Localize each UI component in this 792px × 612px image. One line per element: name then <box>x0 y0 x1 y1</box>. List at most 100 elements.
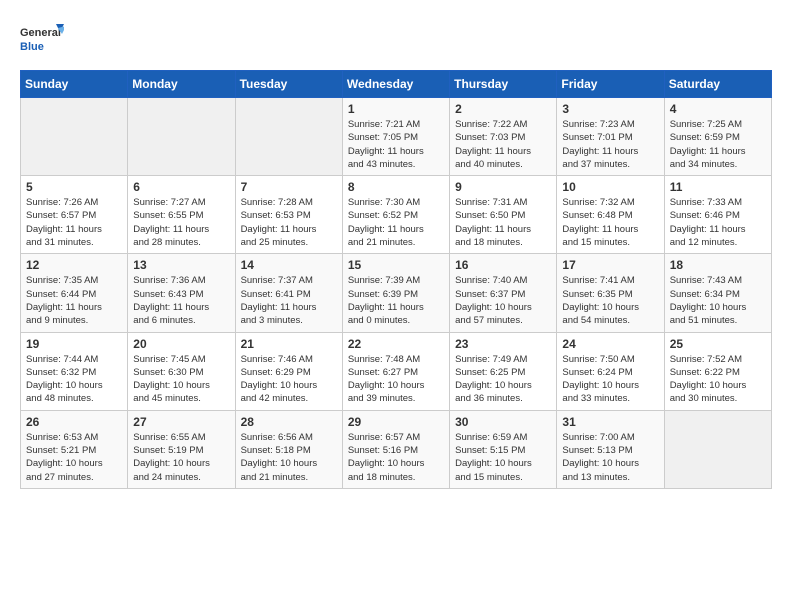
day-content: Sunrise: 6:59 AM Sunset: 5:15 PM Dayligh… <box>455 431 551 484</box>
calendar-cell: 19 Sunrise: 7:44 AM Sunset: 6:32 PM Dayli… <box>21 332 128 410</box>
calendar-cell: 5 Sunrise: 7:26 AM Sunset: 6:57 PM Daylig… <box>21 176 128 254</box>
day-content: Sunrise: 7:40 AM Sunset: 6:37 PM Dayligh… <box>455 274 551 327</box>
day-number: 4 <box>670 102 766 116</box>
day-number: 3 <box>562 102 658 116</box>
day-content: Sunrise: 7:27 AM Sunset: 6:55 PM Dayligh… <box>133 196 229 249</box>
day-content: Sunrise: 6:55 AM Sunset: 5:19 PM Dayligh… <box>133 431 229 484</box>
calendar-cell: 12 Sunrise: 7:35 AM Sunset: 6:44 PM Dayli… <box>21 254 128 332</box>
day-content: Sunrise: 7:00 AM Sunset: 5:13 PM Dayligh… <box>562 431 658 484</box>
day-number: 24 <box>562 337 658 351</box>
day-content: Sunrise: 7:22 AM Sunset: 7:03 PM Dayligh… <box>455 118 551 171</box>
header-day-tuesday: Tuesday <box>235 71 342 98</box>
day-number: 21 <box>241 337 337 351</box>
calendar-cell: 21 Sunrise: 7:46 AM Sunset: 6:29 PM Dayli… <box>235 332 342 410</box>
day-number: 7 <box>241 180 337 194</box>
day-content: Sunrise: 7:36 AM Sunset: 6:43 PM Dayligh… <box>133 274 229 327</box>
day-content: Sunrise: 7:33 AM Sunset: 6:46 PM Dayligh… <box>670 196 766 249</box>
day-content: Sunrise: 6:53 AM Sunset: 5:21 PM Dayligh… <box>26 431 122 484</box>
day-number: 23 <box>455 337 551 351</box>
day-number: 6 <box>133 180 229 194</box>
day-number: 13 <box>133 258 229 272</box>
day-content: Sunrise: 6:56 AM Sunset: 5:18 PM Dayligh… <box>241 431 337 484</box>
calendar-cell: 17 Sunrise: 7:41 AM Sunset: 6:35 PM Dayli… <box>557 254 664 332</box>
header-day-friday: Friday <box>557 71 664 98</box>
calendar-cell: 27Sunrise: 6:55 AM Sunset: 5:19 PM Dayli… <box>128 410 235 488</box>
day-number: 17 <box>562 258 658 272</box>
day-content: Sunrise: 7:30 AM Sunset: 6:52 PM Dayligh… <box>348 196 444 249</box>
calendar-cell <box>664 410 771 488</box>
day-number: 29 <box>348 415 444 429</box>
calendar-cell: 29Sunrise: 6:57 AM Sunset: 5:16 PM Dayli… <box>342 410 449 488</box>
logo: General Blue <box>20 20 64 60</box>
day-content: Sunrise: 7:35 AM Sunset: 6:44 PM Dayligh… <box>26 274 122 327</box>
day-number: 18 <box>670 258 766 272</box>
day-content: Sunrise: 7:31 AM Sunset: 6:50 PM Dayligh… <box>455 196 551 249</box>
calendar-week-2: 5 Sunrise: 7:26 AM Sunset: 6:57 PM Daylig… <box>21 176 772 254</box>
calendar-cell: 8 Sunrise: 7:30 AM Sunset: 6:52 PM Daylig… <box>342 176 449 254</box>
calendar-week-4: 19 Sunrise: 7:44 AM Sunset: 6:32 PM Dayli… <box>21 332 772 410</box>
day-number: 31 <box>562 415 658 429</box>
day-number: 12 <box>26 258 122 272</box>
day-content: Sunrise: 7:52 AM Sunset: 6:22 PM Dayligh… <box>670 353 766 406</box>
calendar-cell: 10Sunrise: 7:32 AM Sunset: 6:48 PM Dayli… <box>557 176 664 254</box>
calendar-cell: 2 Sunrise: 7:22 AM Sunset: 7:03 PM Daylig… <box>450 98 557 176</box>
header-row: SundayMondayTuesdayWednesdayThursdayFrid… <box>21 71 772 98</box>
header-day-saturday: Saturday <box>664 71 771 98</box>
calendar-cell: 24Sunrise: 7:50 AM Sunset: 6:24 PM Dayli… <box>557 332 664 410</box>
day-number: 8 <box>348 180 444 194</box>
calendar-cell: 15Sunrise: 7:39 AM Sunset: 6:39 PM Dayli… <box>342 254 449 332</box>
calendar-cell: 14 Sunrise: 7:37 AM Sunset: 6:41 PM Dayli… <box>235 254 342 332</box>
day-content: Sunrise: 7:48 AM Sunset: 6:27 PM Dayligh… <box>348 353 444 406</box>
day-number: 19 <box>26 337 122 351</box>
calendar-table: SundayMondayTuesdayWednesdayThursdayFrid… <box>20 70 772 489</box>
day-content: Sunrise: 7:25 AM Sunset: 6:59 PM Dayligh… <box>670 118 766 171</box>
calendar-week-1: 1 Sunrise: 7:21 AM Sunset: 7:05 PM Daylig… <box>21 98 772 176</box>
calendar-cell: 1 Sunrise: 7:21 AM Sunset: 7:05 PM Daylig… <box>342 98 449 176</box>
logo-svg: General Blue <box>20 20 64 60</box>
day-number: 26 <box>26 415 122 429</box>
calendar-cell: 25Sunrise: 7:52 AM Sunset: 6:22 PM Dayli… <box>664 332 771 410</box>
calendar-cell: 31 Sunrise: 7:00 AM Sunset: 5:13 PM Dayli… <box>557 410 664 488</box>
calendar-cell <box>128 98 235 176</box>
day-number: 14 <box>241 258 337 272</box>
day-content: Sunrise: 7:21 AM Sunset: 7:05 PM Dayligh… <box>348 118 444 171</box>
day-number: 1 <box>348 102 444 116</box>
calendar-cell <box>235 98 342 176</box>
day-content: Sunrise: 7:37 AM Sunset: 6:41 PM Dayligh… <box>241 274 337 327</box>
day-content: Sunrise: 7:45 AM Sunset: 6:30 PM Dayligh… <box>133 353 229 406</box>
calendar-cell: 20Sunrise: 7:45 AM Sunset: 6:30 PM Dayli… <box>128 332 235 410</box>
svg-text:General: General <box>20 27 61 39</box>
day-content: Sunrise: 7:43 AM Sunset: 6:34 PM Dayligh… <box>670 274 766 327</box>
calendar-cell: 16Sunrise: 7:40 AM Sunset: 6:37 PM Dayli… <box>450 254 557 332</box>
day-number: 9 <box>455 180 551 194</box>
day-content: Sunrise: 7:32 AM Sunset: 6:48 PM Dayligh… <box>562 196 658 249</box>
calendar-body: 1 Sunrise: 7:21 AM Sunset: 7:05 PM Daylig… <box>21 98 772 489</box>
day-content: Sunrise: 7:39 AM Sunset: 6:39 PM Dayligh… <box>348 274 444 327</box>
calendar-cell: 3Sunrise: 7:23 AM Sunset: 7:01 PM Daylig… <box>557 98 664 176</box>
day-number: 5 <box>26 180 122 194</box>
calendar-week-5: 26 Sunrise: 6:53 AM Sunset: 5:21 PM Dayli… <box>21 410 772 488</box>
calendar-cell: 13 Sunrise: 7:36 AM Sunset: 6:43 PM Dayli… <box>128 254 235 332</box>
calendar-cell: 7Sunrise: 7:28 AM Sunset: 6:53 PM Daylig… <box>235 176 342 254</box>
calendar-cell <box>21 98 128 176</box>
day-content: Sunrise: 7:49 AM Sunset: 6:25 PM Dayligh… <box>455 353 551 406</box>
day-number: 11 <box>670 180 766 194</box>
calendar-cell: 4 Sunrise: 7:25 AM Sunset: 6:59 PM Daylig… <box>664 98 771 176</box>
calendar-header: SundayMondayTuesdayWednesdayThursdayFrid… <box>21 71 772 98</box>
calendar-cell: 11 Sunrise: 7:33 AM Sunset: 6:46 PM Dayli… <box>664 176 771 254</box>
calendar-cell: 6 Sunrise: 7:27 AM Sunset: 6:55 PM Daylig… <box>128 176 235 254</box>
calendar-cell: 30 Sunrise: 6:59 AM Sunset: 5:15 PM Dayli… <box>450 410 557 488</box>
day-content: Sunrise: 7:41 AM Sunset: 6:35 PM Dayligh… <box>562 274 658 327</box>
day-number: 2 <box>455 102 551 116</box>
day-number: 22 <box>348 337 444 351</box>
day-number: 30 <box>455 415 551 429</box>
day-content: Sunrise: 7:26 AM Sunset: 6:57 PM Dayligh… <box>26 196 122 249</box>
calendar-cell: 22 Sunrise: 7:48 AM Sunset: 6:27 PM Dayli… <box>342 332 449 410</box>
svg-text:Blue: Blue <box>20 41 44 53</box>
header-day-sunday: Sunday <box>21 71 128 98</box>
header-day-wednesday: Wednesday <box>342 71 449 98</box>
day-content: Sunrise: 7:44 AM Sunset: 6:32 PM Dayligh… <box>26 353 122 406</box>
day-content: Sunrise: 7:46 AM Sunset: 6:29 PM Dayligh… <box>241 353 337 406</box>
day-number: 28 <box>241 415 337 429</box>
calendar-cell: 23 Sunrise: 7:49 AM Sunset: 6:25 PM Dayli… <box>450 332 557 410</box>
